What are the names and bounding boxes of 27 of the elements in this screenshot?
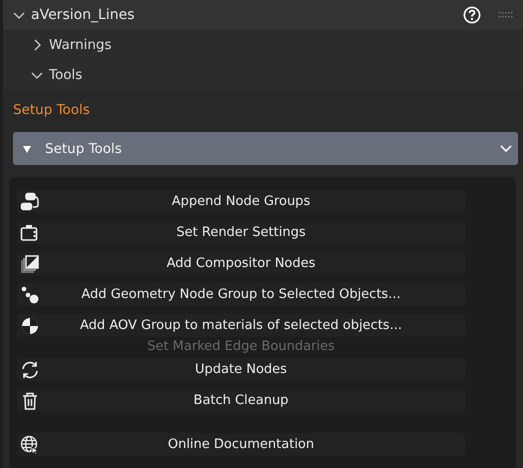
trash-icon <box>20 391 40 411</box>
panel-title: aVersion_Lines <box>31 7 136 23</box>
menu-item[interactable]: Online Documentation <box>17 433 465 456</box>
camera-icon <box>20 223 40 243</box>
hidden-button-text: Set Marked Edge Boundaries <box>146 341 336 356</box>
menu-item[interactable]: Append Node Groups <box>17 190 465 213</box>
dots-icon <box>20 285 40 305</box>
chevron-icon <box>500 144 512 152</box>
menu-item[interactable]: Set Render Settings <box>17 221 465 244</box>
triangle-icon <box>23 144 31 152</box>
dropdown[interactable]: Setup Tools <box>13 132 518 165</box>
menu-item[interactable]: Batch Cleanup <box>17 389 465 412</box>
drag-handle-icon[interactable] <box>499 12 513 18</box>
panel-header[interactable]: aVersion_Lines <box>3 0 523 30</box>
menu-item[interactable]: Add AOV Group to materials of selected objects... <box>17 314 465 337</box>
menu-item[interactable]: Add Geometry Node Group to Selected Objects... <box>17 283 465 306</box>
layers-icon <box>20 254 40 274</box>
globe-icon <box>20 435 40 455</box>
subpanel-header[interactable]: Tools <box>3 60 523 90</box>
menu-item[interactable]: Update Nodes <box>17 358 465 381</box>
subpanel-header[interactable]: Warnings <box>3 30 523 60</box>
refresh-icon <box>20 360 40 380</box>
help-icon[interactable] <box>463 6 481 24</box>
node-stack-icon <box>20 192 40 212</box>
sphere-icon <box>20 316 40 336</box>
menu-item[interactable]: Add Compositor Nodes <box>17 252 465 275</box>
section-label: Setup Tools <box>13 102 91 120</box>
